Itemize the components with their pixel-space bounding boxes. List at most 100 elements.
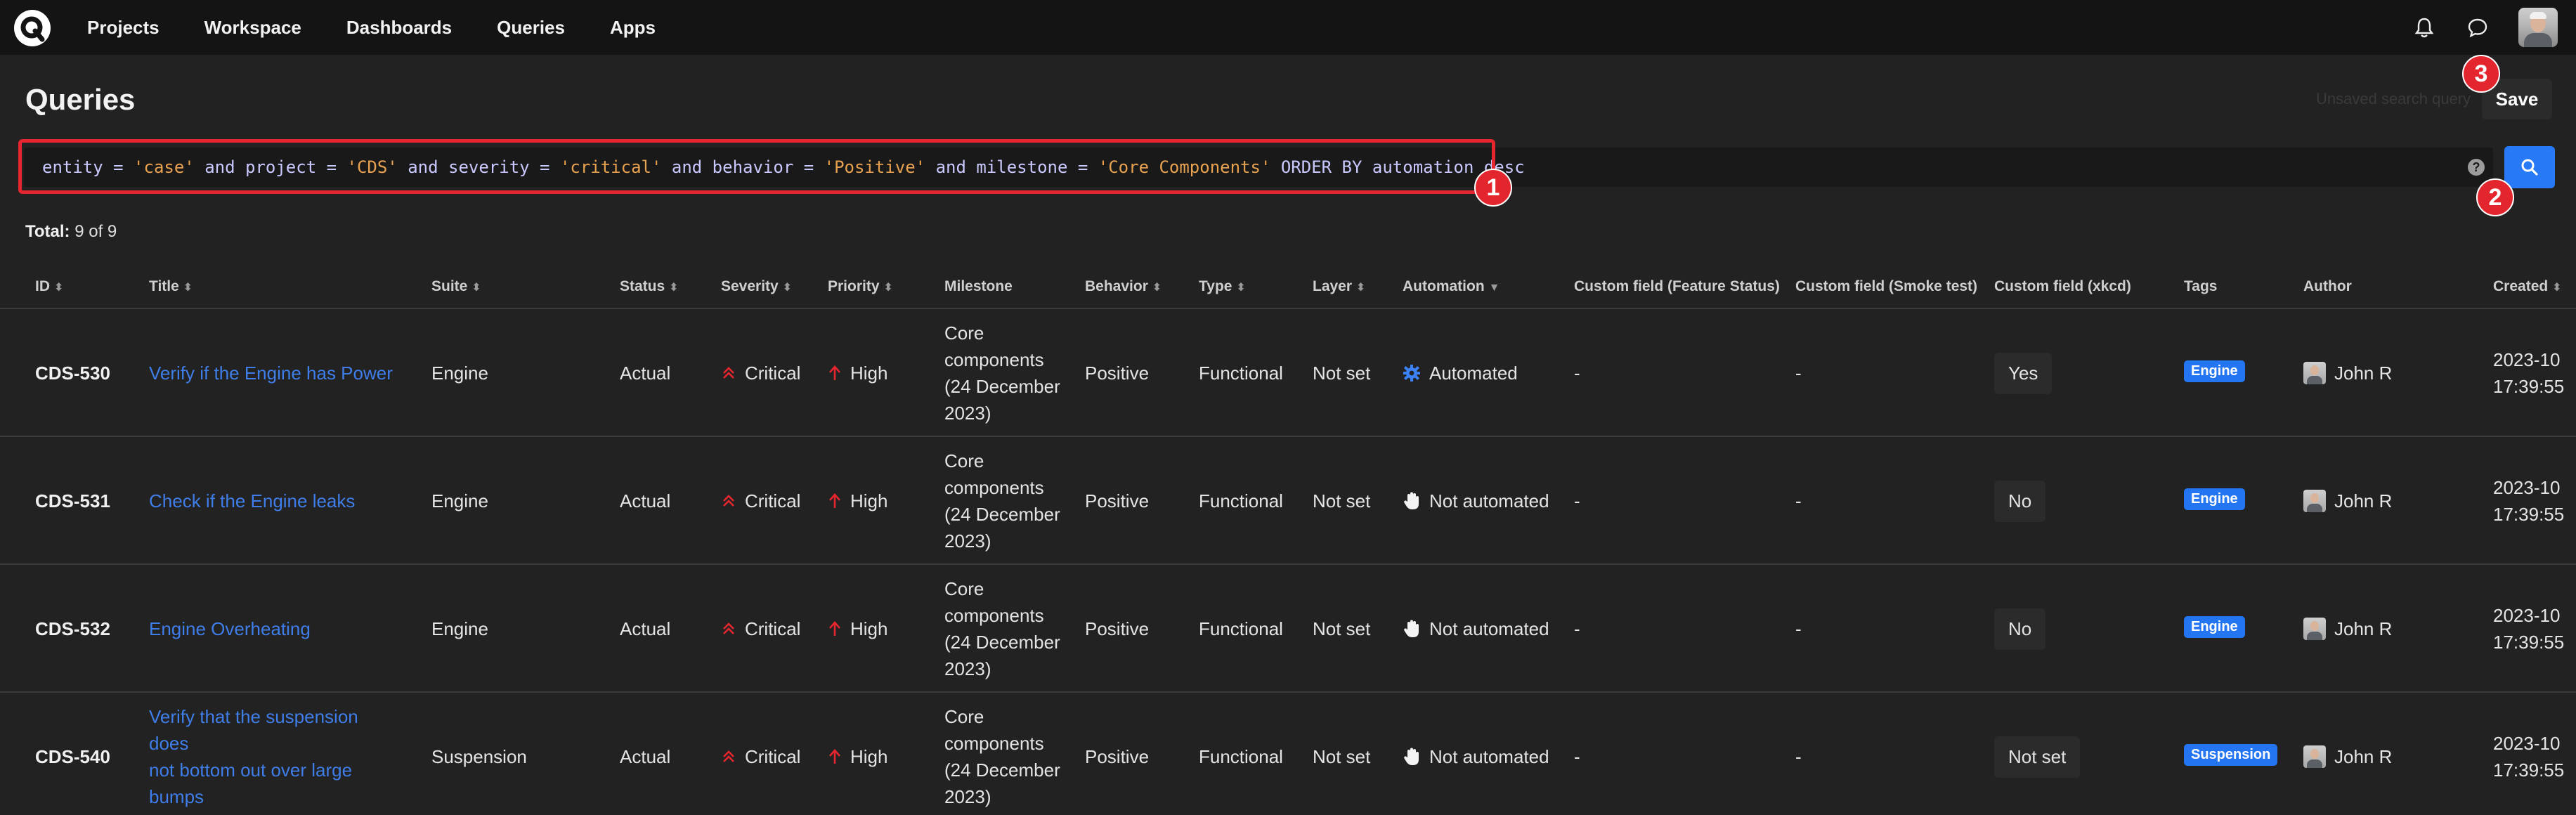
cell-status: Actual <box>620 693 670 815</box>
column-header-title[interactable]: Title ⬍ <box>149 278 193 295</box>
case-title-link[interactable]: Engine Overheating <box>149 615 402 642</box>
cell-title[interactable]: Verify if the Engine has Power <box>149 309 402 437</box>
cell-title[interactable]: Check if the Engine leaks <box>149 437 402 565</box>
table-row[interactable]: CDS-531 Check if the Engine leaks Engine Ac… <box>0 437 2576 565</box>
tag-badge[interactable]: Engine <box>2184 615 2245 638</box>
column-header-behavior[interactable]: Behavior ⬍ <box>1085 278 1162 295</box>
table-header: ID ⬍ Title ⬍ Suite ⬍ Status ⬍ Severity ⬍ Priority ⬍… <box>0 263 2576 309</box>
column-header-id[interactable]: ID ⬍ <box>35 278 63 295</box>
sort-icon[interactable]: ⬍ <box>783 282 792 294</box>
cell-xkcd: No <box>1994 437 2046 565</box>
case-title-line: Verify if the Engine has Power <box>149 363 393 384</box>
cell-id[interactable]: CDS-531 <box>35 437 110 565</box>
milestone-value: Core components (24 December 2023) <box>944 703 1071 810</box>
table-row[interactable]: CDS-540 Verify that the suspension does no… <box>0 693 2576 815</box>
cell-title[interactable]: Engine Overheating <box>149 565 402 693</box>
column-header-feature-status[interactable]: Custom field (Feature Status) <box>1574 278 1780 295</box>
sort-icon[interactable]: ⬍ <box>183 282 193 294</box>
sort-icon[interactable]: ⬍ <box>1236 282 1245 294</box>
column-header-label: Suite <box>431 278 468 294</box>
tag-badge[interactable]: Engine <box>2184 488 2245 510</box>
table-body: CDS-530 Verify if the Engine has Power Eng… <box>0 309 2576 815</box>
column-header-label: ID <box>35 278 50 294</box>
column-header-created[interactable]: Created ⬍ <box>2493 278 2562 295</box>
column-header-suite[interactable]: Suite ⬍ <box>431 278 481 295</box>
column-header-automation[interactable]: Automation ▼ <box>1403 278 1500 295</box>
column-header-smoke-test[interactable]: Custom field (Smoke test) <box>1795 278 1977 295</box>
sort-icon[interactable]: ⬍ <box>1356 282 1365 294</box>
column-header-label: Behavior <box>1085 278 1148 294</box>
tag-badge[interactable]: Engine <box>2184 360 2245 382</box>
column-header-type[interactable]: Type ⬍ <box>1199 278 1246 295</box>
cell-id[interactable]: CDS-532 <box>35 565 110 693</box>
nav-apps[interactable]: Apps <box>610 17 656 39</box>
column-header-xkcd[interactable]: Custom field (xkcd) <box>1994 278 2131 295</box>
case-id[interactable]: CDS-530 <box>35 363 110 384</box>
table-row[interactable]: CDS-530 Verify if the Engine has Power Eng… <box>0 309 2576 437</box>
app-logo[interactable] <box>14 10 51 46</box>
hand-icon <box>1403 619 1421 639</box>
cell-title[interactable]: Verify that the suspension does not botto… <box>149 693 402 815</box>
user-avatar[interactable] <box>2518 8 2558 47</box>
case-title-link[interactable]: Check if the Engine leaks <box>149 488 402 514</box>
query-input[interactable]: entity = 'case' and project = 'CDS' and … <box>24 148 2493 187</box>
sort-icon[interactable]: ⬍ <box>1152 282 1162 294</box>
created-line: 2023-10 <box>2493 477 2561 498</box>
tag-badge[interactable]: Suspension <box>2184 743 2278 766</box>
column-header-priority[interactable]: Priority ⬍ <box>828 278 893 295</box>
high-priority-icon <box>828 620 842 637</box>
critical-severity-icon <box>721 493 736 509</box>
cell-status: Actual <box>620 565 670 693</box>
cell-feature-status: - <box>1574 693 1580 815</box>
high-priority-icon <box>828 748 842 765</box>
xkcd-value: No <box>1994 608 2046 650</box>
created-line: 17:39:55 <box>2493 632 2565 653</box>
help-icon[interactable]: ? <box>2468 159 2485 176</box>
case-id[interactable]: CDS-532 <box>35 618 110 640</box>
nav-dashboards[interactable]: Dashboards <box>346 17 452 39</box>
cell-created: 2023-10 17:39:55 <box>2493 437 2564 565</box>
column-header-milestone[interactable]: Milestone <box>944 278 1013 295</box>
total-label: Total: <box>25 222 70 241</box>
behavior-value: Positive <box>1085 490 1150 511</box>
cell-suite: Engine <box>431 309 488 437</box>
column-header-severity[interactable]: Severity ⬍ <box>721 278 792 295</box>
cell-id[interactable]: CDS-530 <box>35 309 110 437</box>
milestone-value: Core components (24 December 2023) <box>944 448 1071 554</box>
sort-icon[interactable]: ⬍ <box>2552 282 2561 294</box>
sort-icon[interactable]: ⬍ <box>54 282 63 294</box>
column-header-label: Created <box>2493 278 2549 294</box>
status-value: Actual <box>620 618 671 639</box>
nav-queries[interactable]: Queries <box>497 17 565 39</box>
milestone-line: Core <box>944 706 984 727</box>
search-button[interactable] <box>2504 146 2555 188</box>
suite-value: Engine <box>431 490 488 511</box>
column-header-status[interactable]: Status ⬍ <box>620 278 679 295</box>
bell-icon[interactable] <box>2412 15 2437 40</box>
column-header-author[interactable]: Author <box>2303 278 2352 295</box>
hand-icon <box>1403 491 1421 511</box>
sort-icon[interactable]: ⬍ <box>669 282 678 294</box>
case-title-line: not bottom out over large <box>149 759 353 781</box>
cell-id[interactable]: CDS-540 <box>35 693 110 815</box>
nav-workspace[interactable]: Workspace <box>204 17 301 39</box>
column-header-tags[interactable]: Tags <box>2184 278 2217 295</box>
sort-icon[interactable]: ⬍ <box>884 282 893 294</box>
milestone-line: components <box>944 605 1044 626</box>
case-title-link[interactable]: Verify that the suspension does not botto… <box>149 703 402 810</box>
milestone-line: components <box>944 477 1044 498</box>
case-title-line: Verify that the suspension does <box>149 706 358 754</box>
query-value: 'case' <box>134 157 195 177</box>
nav-projects[interactable]: Projects <box>87 17 160 39</box>
created-value: 2023-10 17:39:55 <box>2493 602 2564 656</box>
sort-icon[interactable]: ⬍ <box>471 282 481 294</box>
case-id[interactable]: CDS-531 <box>35 490 110 512</box>
chat-icon[interactable] <box>2465 15 2490 40</box>
table-row[interactable]: CDS-532 Engine Overheating Engine Actual Cri… <box>0 565 2576 693</box>
cell-smoke-test: - <box>1795 309 1802 437</box>
column-header-layer[interactable]: Layer ⬍ <box>1313 278 1365 295</box>
case-id[interactable]: CDS-540 <box>35 746 110 768</box>
query-text[interactable]: entity = 'case' and project = 'CDS' and … <box>42 157 1525 177</box>
sort-desc-icon[interactable]: ▼ <box>1489 282 1500 294</box>
case-title-link[interactable]: Verify if the Engine has Power <box>149 360 402 386</box>
